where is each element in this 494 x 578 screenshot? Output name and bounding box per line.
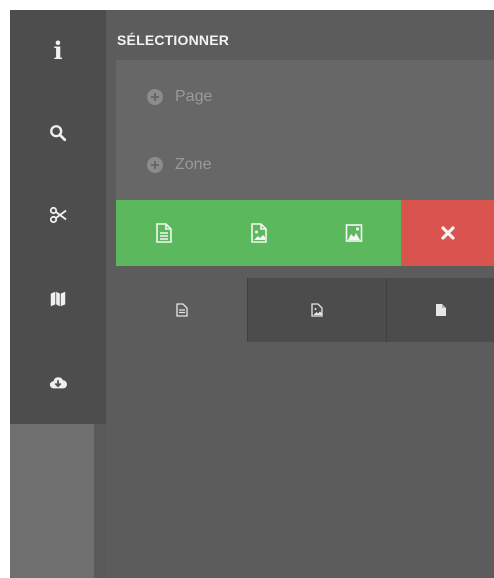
- file-image-icon: [250, 223, 267, 243]
- tab-text[interactable]: [116, 278, 247, 342]
- select-item-page[interactable]: Page: [116, 66, 494, 128]
- sidebar-item-info[interactable]: i: [10, 18, 106, 84]
- map-icon: [50, 291, 66, 307]
- tab-bar: [116, 278, 494, 342]
- sidebar-item-search[interactable]: [10, 100, 106, 166]
- sidebar-item-download[interactable]: [10, 350, 106, 416]
- app-frame: i SÉLECTIONNER Page Zone: [10, 10, 494, 578]
- scissors-icon: [49, 206, 67, 224]
- select-item-label: Zone: [175, 156, 212, 173]
- rail-bottom-panel: [10, 424, 94, 578]
- file-text-icon: [175, 303, 188, 317]
- tab-image[interactable]: [248, 278, 386, 342]
- file-text-icon: [155, 223, 172, 243]
- tab-file[interactable]: [387, 278, 494, 342]
- select-item-label: Page: [175, 88, 213, 105]
- sidebar-item-map[interactable]: [10, 266, 106, 332]
- panel-title: SÉLECTIONNER: [117, 32, 230, 48]
- close-icon: [440, 226, 455, 240]
- file-image-icon: [311, 303, 323, 317]
- sidebar-rail: i: [10, 10, 106, 578]
- action-picture-button[interactable]: [306, 200, 401, 266]
- close-button[interactable]: [401, 200, 494, 266]
- action-bar: [116, 200, 494, 266]
- image-icon: [345, 224, 362, 242]
- rail-gap: [94, 424, 106, 578]
- select-list: Page Zone: [116, 60, 494, 200]
- cloud-download-icon: [49, 377, 67, 389]
- info-icon: i: [53, 36, 63, 65]
- action-image-button[interactable]: [211, 200, 306, 266]
- plus-circle-icon: [147, 89, 163, 105]
- main-panel: SÉLECTIONNER Page Zone: [116, 10, 494, 578]
- file-icon: [435, 304, 446, 316]
- action-text-button[interactable]: [116, 200, 211, 266]
- sidebar-item-cut[interactable]: [10, 182, 106, 248]
- search-icon: [50, 125, 67, 142]
- select-item-zone[interactable]: Zone: [116, 134, 494, 196]
- plus-circle-icon: [147, 157, 163, 173]
